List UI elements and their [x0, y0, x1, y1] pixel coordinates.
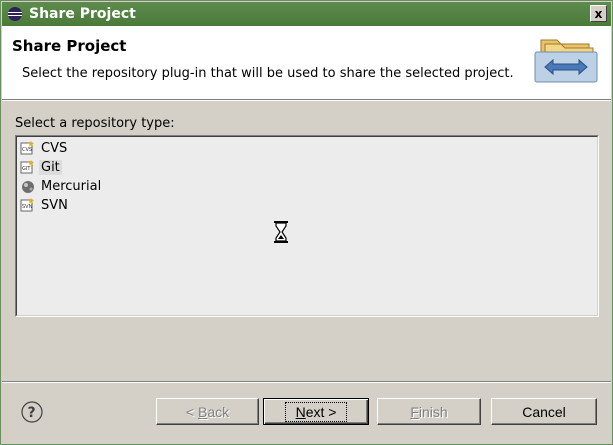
title-bar[interactable]: Share Project x — [2, 2, 611, 26]
repository-type-list[interactable]: CVS CVS GIT Git Mercurial SVN SVN — [15, 135, 599, 317]
header-separator — [2, 99, 611, 101]
svg-text:CVS: CVS — [22, 147, 32, 153]
list-item[interactable]: CVS CVS — [20, 139, 69, 157]
footer-separator — [2, 381, 611, 383]
svg-text:?: ? — [28, 405, 36, 421]
mercurial-icon — [22, 181, 34, 193]
list-item[interactable]: GIT Git — [20, 158, 62, 176]
git-icon: GIT — [20, 160, 34, 174]
share-folders-icon — [534, 39, 598, 83]
cvs-icon: CVS — [20, 141, 34, 155]
wizard-header: Share Project Select the repository plug… — [2, 26, 611, 99]
svn-icon: SVN — [20, 198, 34, 212]
help-icon[interactable]: ? — [21, 401, 43, 423]
next-button-focus: Next > — [284, 401, 348, 422]
repository-item-label: Git — [39, 159, 62, 175]
cancel-button-label: Cancel — [522, 403, 566, 420]
back-button-mnemonic: B — [197, 403, 208, 420]
eclipse-icon — [6, 5, 24, 23]
finish-button-mnemonic: F — [410, 403, 419, 420]
close-icon: x — [594, 6, 603, 21]
back-button[interactable]: < Back — [156, 398, 259, 425]
repository-list-body: CVS CVS GIT Git Mercurial SVN SVN — [16, 136, 598, 316]
back-button-prefix: < — [185, 403, 198, 420]
list-item[interactable]: Mercurial — [20, 177, 103, 195]
repository-item-label: Mercurial — [41, 178, 102, 194]
page-title: Share Project — [12, 37, 127, 55]
svg-text:GIT: GIT — [22, 166, 31, 172]
next-button-label: ext > — [305, 403, 337, 420]
window-title: Share Project — [29, 6, 136, 22]
svg-text:SVN: SVN — [22, 204, 33, 210]
repository-item-label: SVN — [41, 197, 68, 213]
next-button-mnemonic: N — [295, 403, 306, 420]
list-item[interactable]: SVN SVN — [20, 196, 70, 214]
page-description: Select the repository plug-in that will … — [22, 66, 514, 81]
finish-button-label: inish — [418, 403, 448, 420]
cancel-button[interactable]: Cancel — [491, 398, 597, 425]
close-button[interactable]: x — [590, 5, 607, 22]
share-project-dialog: Share Project x Share Project Select the… — [0, 0, 613, 445]
next-button[interactable]: Next > — [263, 398, 369, 425]
repository-type-label: Select a repository type: — [15, 116, 175, 131]
back-button-label: ack — [207, 403, 230, 420]
finish-button[interactable]: Finish — [377, 398, 481, 425]
repository-item-label: CVS — [41, 140, 68, 156]
hourglass-cursor-icon — [274, 221, 288, 243]
